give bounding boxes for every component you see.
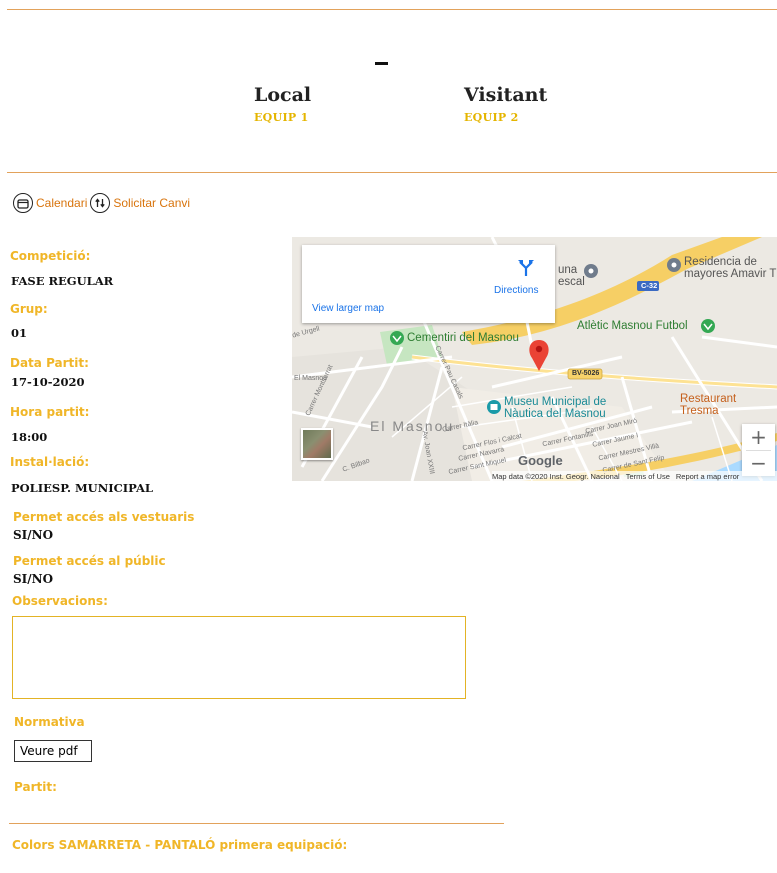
cemetery-marker-icon (390, 331, 404, 345)
competition-value: FASE REGULAR (11, 274, 114, 288)
restaurant-label: Restaurant Tresma (680, 393, 737, 417)
road-bv-label: BV-5026 (572, 370, 600, 377)
calendar-label: Calendari (36, 196, 88, 210)
football-marker-icon (701, 319, 715, 333)
museum-label-2: Nàutica del Masnou (504, 408, 606, 420)
request-change-label: Solicitar Canvi (113, 196, 191, 210)
calendar-icon (13, 193, 33, 213)
normativa-label: Normativa (14, 715, 85, 729)
locker-access-label: Permet accés als vestuaris (13, 510, 195, 524)
report-error-link[interactable]: Report a map error (676, 472, 739, 481)
time-label: Hora partit: (10, 405, 90, 419)
road-c32-label: C-32 (641, 281, 658, 290)
map-zoom-control: + − (742, 424, 775, 476)
request-change-button[interactable]: Solicitar Canvi (90, 193, 190, 213)
venue-label: Instal·lació: (10, 455, 90, 469)
zoom-in-button[interactable]: + (742, 424, 775, 450)
visitor-team-name[interactable]: EQUIP 2 (464, 111, 519, 124)
public-access-label: Permet accés al públic (13, 554, 166, 568)
street-label: El Masnou (294, 375, 328, 382)
competition-label: Competició: (10, 249, 91, 263)
score-separator (375, 62, 388, 65)
top-divider (7, 9, 777, 10)
swap-icon (90, 193, 111, 213)
escal-label: escal (558, 276, 585, 288)
time-value: 18:00 (11, 430, 48, 444)
kit-colors-label: Colors SAMARRETA - PANTALÓ primera equip… (12, 838, 348, 852)
public-access-value: SI/NO (13, 572, 54, 586)
una-label: una (558, 264, 578, 276)
football-label: Atlètic Masnou Futbol (577, 320, 688, 332)
locker-access-value: SI/NO (13, 528, 54, 542)
observations-textarea[interactable] (12, 616, 466, 699)
google-logo: Google (518, 453, 563, 468)
date-label: Data Partit: (10, 356, 89, 370)
local-label: Local (254, 84, 312, 106)
cemetery-label: Cementiri del Masnou (407, 332, 519, 344)
teams-divider (7, 172, 777, 173)
local-team-name[interactable]: EQUIP 1 (254, 111, 309, 124)
group-label: Grup: (10, 302, 48, 316)
venue-map[interactable]: Cementiri del Masnou Atlètic Masnou Futb… (292, 237, 777, 481)
view-larger-map-link[interactable]: View larger map (312, 303, 384, 314)
match-divider (9, 823, 504, 824)
visitor-label: Visitant (464, 84, 548, 106)
observations-label: Observacions: (12, 594, 108, 608)
view-pdf-button[interactable]: Veure pdf (14, 740, 92, 762)
map-attribution: Map data ©2020 Inst. Geogr. Nacional Ter… (492, 471, 777, 481)
group-value: 01 (11, 326, 28, 340)
residence-marker-icon (667, 258, 681, 272)
museum-label-1: Museu Municipal de (504, 396, 607, 408)
directions-link[interactable]: Directions (494, 285, 538, 296)
residence-label-2: mayores Amavir T (684, 268, 777, 280)
una-marker-icon (584, 264, 598, 278)
venue-value: POLIESP. MUNICIPAL (11, 481, 153, 495)
date-value: 17-10-2020 (11, 375, 85, 389)
satellite-toggle-button[interactable] (301, 428, 333, 460)
terms-link[interactable]: Terms of Use (626, 472, 670, 481)
residence-label-1: Residencia de (684, 256, 757, 268)
map-info-card: Directions View larger map (302, 245, 555, 323)
map-data-credit: Map data ©2020 Inst. Geogr. Nacional (492, 471, 620, 481)
match-label: Partit: (14, 780, 57, 794)
calendar-button[interactable]: Calendari (13, 193, 87, 213)
museum-marker-icon (487, 400, 501, 414)
match-toolbar: Calendari Solicitar Canvi (13, 191, 190, 215)
